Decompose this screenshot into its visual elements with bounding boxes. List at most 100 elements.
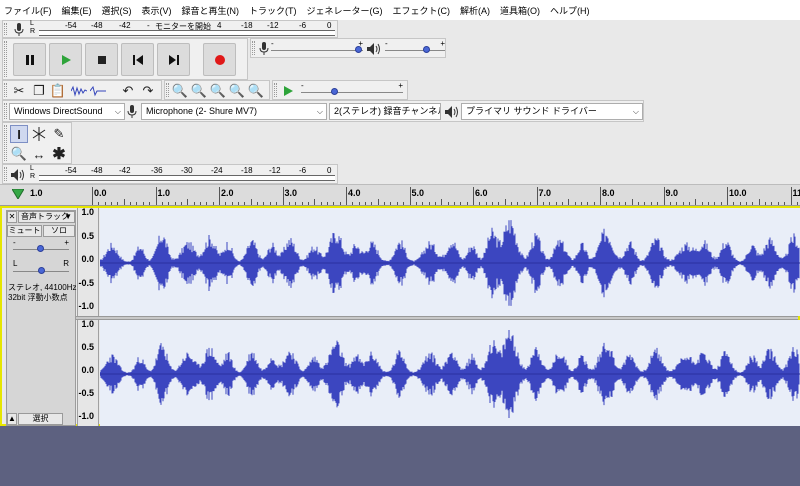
track-select-button[interactable]: 選択 [18, 413, 63, 425]
ruler-tick [155, 187, 157, 205]
zoom-toggle-icon[interactable]: 🔍 [247, 82, 265, 100]
tools-toolbar: I ✎ 🔍 ↔ ✱ [2, 122, 72, 164]
slider-knob[interactable] [423, 46, 430, 53]
ruler-tick [206, 202, 208, 205]
ruler-tick [219, 187, 220, 205]
recording-device-select[interactable]: Microphone (2- Shure MV7) ⌵ [141, 103, 327, 120]
amplitude-scale-label: -0.5 [78, 388, 94, 398]
ruler-label: 4.0 [348, 188, 361, 198]
play-speed-slider[interactable]: - + [301, 81, 403, 98]
menu-item-8[interactable]: 解析(A) [460, 4, 490, 17]
stop-button[interactable] [85, 43, 118, 76]
ruler-tick [695, 199, 697, 205]
amplitude-scale-label: -1.0 [78, 411, 94, 421]
play-head-icon[interactable] [11, 188, 25, 201]
pan-knob[interactable] [38, 267, 45, 274]
ruler-tick [161, 202, 163, 205]
paste-icon[interactable]: 📋 [49, 82, 67, 100]
slider-knob[interactable] [355, 46, 362, 53]
zoom-out-icon[interactable]: 🔍 [190, 82, 208, 100]
speaker-icon [443, 103, 461, 121]
ruler-tick [752, 202, 754, 205]
amplitude-scale-label: 0.0 [81, 254, 94, 264]
ruler-label: 6.0 [475, 188, 488, 198]
ruler-tick [504, 199, 506, 205]
ruler-tick [193, 202, 195, 205]
audio-host-value: Windows DirectSound [14, 106, 103, 116]
menu-item-9[interactable]: 道具箱(O) [500, 4, 540, 17]
menu-item-5[interactable]: トラック(T) [249, 4, 297, 17]
menu-item-0[interactable]: ファイル(F) [4, 4, 52, 17]
ruler-tick [758, 199, 760, 205]
ruler-tick [320, 202, 322, 205]
ruler-tick [111, 202, 113, 205]
menu-item-7[interactable]: エフェクト(C) [393, 4, 451, 17]
waveform-channel-left[interactable] [99, 208, 800, 316]
timeline-ruler[interactable]: 1.0 0.0 1.0 2.0 3.0 4.0 5.0 6.0 7.0 8.0 9.0 10.0 11… [0, 184, 800, 206]
speaker-icon[interactable] [9, 166, 27, 184]
meter-left-label: L [30, 20, 34, 27]
playback-device-value: プライマリ サウンド ドライバー [466, 106, 597, 116]
redo-icon[interactable]: ↷ [139, 82, 157, 100]
audio-track: ✕ 音声トラック ▼ ミュート ソロ - + L R ステレオ, 44100Hz… [0, 206, 800, 426]
fit-selection-icon[interactable]: 🔍 [209, 82, 227, 100]
draw-tool-icon[interactable]: ✎ [50, 125, 68, 143]
ruler-tick [447, 202, 449, 205]
multi-tool-icon[interactable]: ✱ [50, 145, 68, 163]
speaker-icon [365, 40, 383, 58]
cut-icon[interactable]: ✂ [10, 82, 28, 100]
menu-item-4[interactable]: 録音と再生(N) [182, 4, 240, 17]
ruler-tick [314, 199, 316, 205]
menu-item-1[interactable]: 編集(E) [62, 4, 92, 17]
skip-to-end-button[interactable] [157, 43, 190, 76]
menu-item-3[interactable]: 表示(V) [142, 4, 172, 17]
ruler-tick [130, 202, 132, 205]
zoom-in-icon[interactable]: 🔍 [171, 82, 189, 100]
waveform-channel-right[interactable] [99, 320, 800, 426]
ruler-tick [771, 202, 773, 205]
playback-volume-slider[interactable]: - + [385, 39, 445, 56]
record-volume-slider[interactable]: - + [271, 39, 363, 56]
menu-item-2[interactable]: 選択(S) [102, 4, 132, 17]
copy-icon[interactable]: ❐ [30, 82, 48, 100]
ruler-tick [288, 202, 290, 205]
waveform-left [99, 220, 800, 306]
audio-host-select[interactable]: Windows DirectSound ⌵ [9, 103, 125, 120]
play-at-speed-icon[interactable] [279, 82, 297, 100]
mute-button[interactable]: ミュート [7, 225, 42, 237]
record-button[interactable] [203, 43, 236, 76]
gain-knob[interactable] [37, 245, 44, 252]
menu-item-10[interactable]: ヘルプ(H) [550, 4, 590, 17]
ruler-tick [669, 202, 671, 205]
ruler-tick [301, 202, 303, 205]
ruler-tick [333, 202, 335, 205]
gain-slider[interactable]: - + [13, 238, 69, 253]
playback-meter[interactable] [39, 175, 335, 181]
track-menu-button[interactable]: 音声トラック ▼ [18, 211, 75, 223]
solo-button[interactable]: ソロ [43, 225, 75, 237]
zoom-tool-icon[interactable]: 🔍 [10, 145, 28, 163]
undo-icon[interactable]: ↶ [119, 82, 137, 100]
track-close-button[interactable]: ✕ [7, 211, 17, 223]
time-shift-tool-icon[interactable]: ↔ [30, 145, 48, 163]
trim-icon[interactable] [70, 82, 88, 100]
envelope-tool-icon[interactable] [30, 125, 48, 143]
skip-to-start-button[interactable] [121, 43, 154, 76]
collapse-track-icon[interactable]: ▲ [7, 413, 17, 425]
play-button[interactable] [49, 43, 82, 76]
ruler-tick [434, 202, 436, 205]
ruler-tick [536, 187, 538, 205]
slider-knob[interactable] [331, 88, 338, 95]
recording-channels-select[interactable]: 2(ステレオ) 録音チャンネル ⌵ [329, 103, 441, 120]
silence-icon[interactable] [89, 82, 107, 100]
ruler-tick [542, 202, 544, 205]
pause-button[interactable] [13, 43, 46, 76]
ruler-tick [517, 202, 519, 205]
fit-project-icon[interactable]: 🔍 [228, 82, 246, 100]
ruler-tick [149, 202, 151, 205]
pan-slider[interactable]: L R [13, 259, 69, 274]
selection-tool-icon[interactable]: I [10, 125, 28, 143]
menu-item-6[interactable]: ジェネレーター(G) [307, 4, 383, 17]
playback-device-select[interactable]: プライマリ サウンド ドライバー ⌵ [461, 103, 643, 120]
microphone-icon[interactable] [10, 21, 28, 39]
